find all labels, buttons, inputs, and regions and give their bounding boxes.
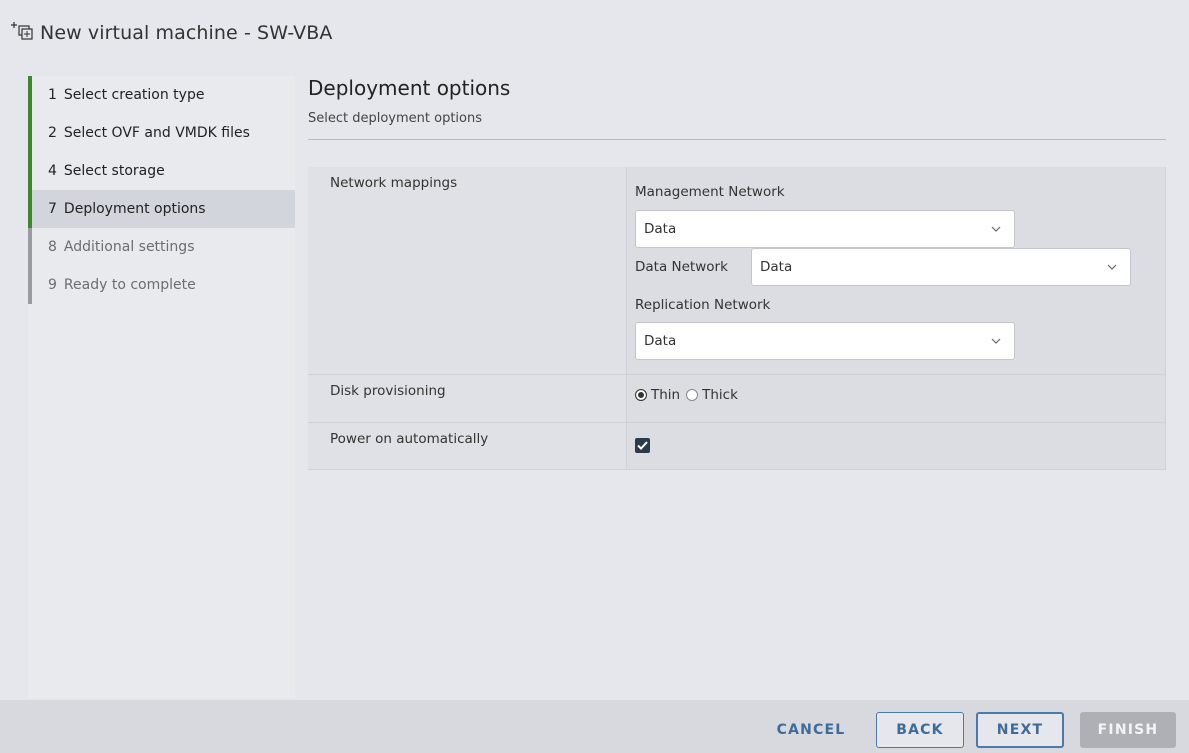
step-label: Deployment options <box>63 201 206 217</box>
cancel-button[interactable]: CANCEL <box>770 712 852 748</box>
checkmark-icon <box>637 441 648 450</box>
management-network-select[interactable]: Data <box>635 210 1015 248</box>
step-label: Ready to complete <box>63 277 196 293</box>
step-progress-bar <box>28 266 32 304</box>
wizard-footer: CANCEL BACK NEXT FINISH <box>0 700 1189 753</box>
window-titlebar: New virtual machine - SW-VBA <box>0 0 1189 66</box>
thin-radio-label[interactable]: Thin <box>651 387 680 403</box>
step-progress-bar <box>28 76 32 114</box>
page-title: Deployment options <box>308 76 511 100</box>
step-progress-bar <box>28 152 32 190</box>
thick-radio[interactable] <box>686 389 699 401</box>
replication-network-value: Data <box>644 333 677 349</box>
options-grid: Network mappings Management Network Data… <box>308 167 1166 470</box>
back-button[interactable]: BACK <box>876 712 964 748</box>
thick-radio-label[interactable]: Thick <box>702 387 738 403</box>
step-label: Select creation type <box>63 87 205 103</box>
step-additional-settings: 8 Additional settings <box>28 228 295 266</box>
step-select-storage[interactable]: 4 Select storage <box>28 152 295 190</box>
disk-provisioning-value: Thin Thick <box>626 375 1166 422</box>
wizard-steps: 1 Select creation type 2 Select OVF and … <box>28 76 295 698</box>
disk-provisioning-row: Disk provisioning Thin Thick <box>308 374 1166 422</box>
data-network-label: Data Network <box>635 259 728 275</box>
step-ready-to-complete: 9 Ready to complete <box>28 266 295 304</box>
window-title: New virtual machine - SW-VBA <box>40 22 333 44</box>
replication-network-label: Replication Network <box>635 297 771 313</box>
next-button[interactable]: NEXT <box>976 712 1064 748</box>
page-subtitle: Select deployment options <box>308 111 483 126</box>
network-mappings-row: Network mappings Management Network Data… <box>308 167 1166 374</box>
management-network-value: Data <box>644 221 677 237</box>
main-content: Deployment options Select deployment opt… <box>308 76 1166 698</box>
step-select-creation-type[interactable]: 1 Select creation type <box>28 76 295 114</box>
chevron-down-icon <box>991 226 1001 232</box>
power-on-row: Power on automatically <box>308 422 1166 470</box>
chevron-down-icon <box>1107 264 1117 270</box>
disk-provisioning-label: Disk provisioning <box>308 375 626 422</box>
disk-provisioning-radios: Thin Thick <box>635 375 1165 403</box>
chevron-down-icon <box>991 338 1001 344</box>
step-deployment-options[interactable]: 7 Deployment options <box>28 190 295 228</box>
step-progress-bar <box>28 190 32 228</box>
network-mappings-value: Management Network Data Data Network Dat… <box>626 167 1166 374</box>
data-network-value: Data <box>760 259 793 275</box>
step-progress-bar <box>28 228 32 266</box>
step-label: Select storage <box>63 163 165 179</box>
step-label: Additional settings <box>63 239 195 255</box>
step-number: 2 <box>48 125 57 141</box>
step-label: Select OVF and VMDK files <box>63 125 250 141</box>
power-on-label: Power on automatically <box>308 423 626 469</box>
step-number: 8 <box>48 239 57 255</box>
power-on-value <box>626 423 1166 469</box>
header-divider <box>308 139 1166 140</box>
management-network-label: Management Network <box>635 184 785 200</box>
step-number: 1 <box>48 87 57 103</box>
data-network-select[interactable]: Data <box>751 248 1131 286</box>
finish-button: FINISH <box>1080 712 1176 748</box>
step-select-ovf-vmdk[interactable]: 2 Select OVF and VMDK files <box>28 114 295 152</box>
step-number: 9 <box>48 277 57 293</box>
step-number: 7 <box>48 201 57 217</box>
new-vm-icon <box>11 22 33 40</box>
step-progress-bar <box>28 114 32 152</box>
thin-radio[interactable] <box>635 389 647 401</box>
power-on-checkbox[interactable] <box>635 438 650 453</box>
network-mappings-label: Network mappings <box>308 167 626 374</box>
step-number: 4 <box>48 163 57 179</box>
replication-network-select[interactable]: Data <box>635 322 1015 360</box>
